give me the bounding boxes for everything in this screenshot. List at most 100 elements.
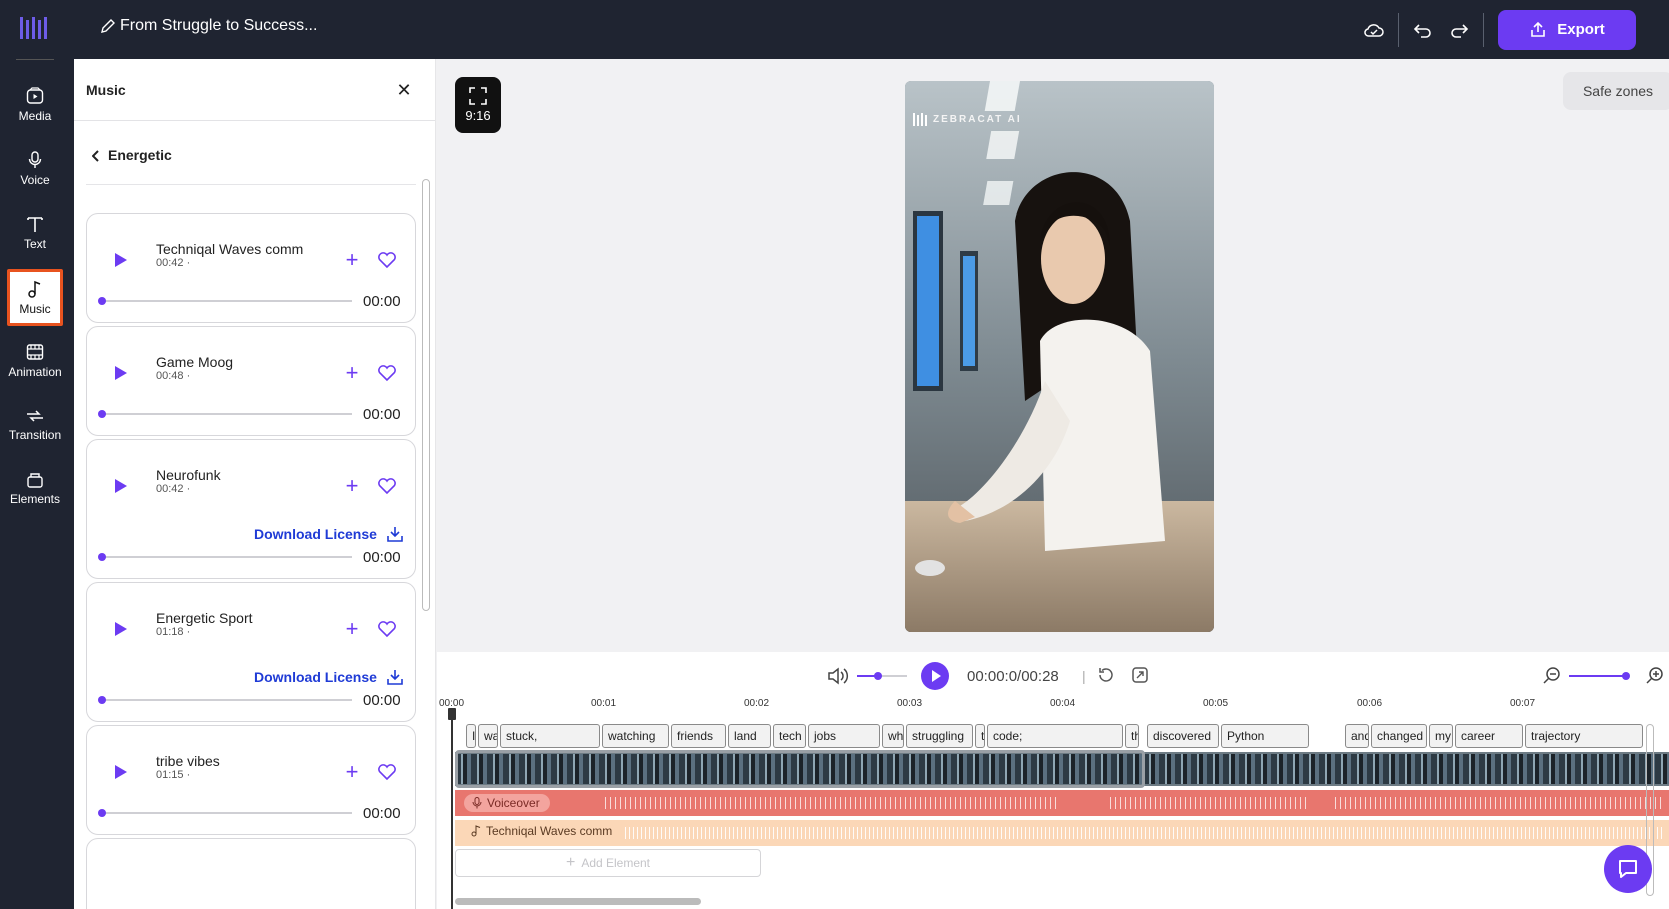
timeline-horizontal-scrollbar[interactable] [455,898,701,905]
music-track-card[interactable]: Energetic Sport 01:18 · + Download Licen… [86,582,416,722]
video-preview[interactable]: ZEBRACAT AI [905,81,1214,632]
plus-icon: + [565,854,576,871]
chat-support-button[interactable] [1604,845,1652,893]
track-duration: 00:48 · [156,370,191,382]
caption-word[interactable]: Python [1221,724,1309,748]
music-track-card[interactable]: tribe vibes 01:15 · + 00:00 [86,725,416,835]
caption-word[interactable]: code; [987,724,1123,748]
caption-word[interactable]: watching [602,724,669,748]
caption-word[interactable]: wa [478,724,498,748]
sidebar-item-text[interactable]: Text [7,205,63,261]
track-seek-bar[interactable] [98,297,352,305]
zoom-in-icon[interactable] [1646,666,1664,684]
caption-word[interactable]: career [1455,724,1523,748]
caption-word[interactable]: I [466,724,476,748]
heart-icon[interactable] [377,364,397,382]
zoom-knob[interactable] [1622,672,1630,680]
video-clip-selection[interactable] [455,750,1145,788]
caption-word[interactable]: land [728,724,771,748]
add-track-icon[interactable]: + [343,362,361,384]
volume-icon[interactable] [827,666,851,686]
track-duration: 00:42 · [156,483,191,495]
seek-knob[interactable] [98,410,106,418]
redo-icon[interactable] [1441,12,1477,48]
zoom-out-icon[interactable] [1543,666,1561,684]
heart-icon[interactable] [377,251,397,269]
play-icon[interactable] [921,662,949,690]
music-track-card[interactable] [86,838,416,909]
heart-icon[interactable] [377,763,397,781]
project-title-area[interactable]: From Struggle to Success... [100,17,317,35]
playhead[interactable] [448,708,456,909]
time-ruler[interactable]: 00:00 00:01 00:02 00:03 00:04 00:05 00:0… [437,696,1669,716]
sidebar-item-animation[interactable]: Animation [7,333,63,389]
panel-scrollbar[interactable] [422,179,430,611]
left-sidebar: Media Voice Text Music Animation Transit… [0,59,74,909]
sidebar-item-transition[interactable]: Transition [7,397,63,453]
seek-knob[interactable] [98,696,106,704]
volume-slider[interactable] [857,672,907,680]
caption-word[interactable]: jobs [808,724,880,748]
music-track-card[interactable]: Neurofunk 00:42 · + Download License 00:… [86,439,416,579]
add-track-icon[interactable]: + [343,761,361,783]
caption-word[interactable]: changed [1371,724,1427,748]
caption-word[interactable]: discovered [1147,724,1219,748]
play-icon[interactable] [113,621,129,637]
download-license-link[interactable]: Download License [254,669,403,685]
caption-word[interactable]: wh [882,724,904,748]
caption-word[interactable]: stuck, [500,724,600,748]
seek-knob[interactable] [98,297,106,305]
zoom-slider[interactable] [1569,672,1630,680]
sidebar-item-elements[interactable]: Elements [7,461,63,517]
music-track-card[interactable]: Game Moog 00:48 · + 00:00 [86,326,416,436]
restart-icon[interactable] [1097,666,1115,684]
caption-word[interactable]: t [975,724,985,748]
track-seek-bar[interactable] [98,809,352,817]
add-track-icon[interactable]: + [343,249,361,271]
caption-word[interactable]: my [1429,724,1453,748]
play-icon[interactable] [113,478,129,494]
track-seek-bar[interactable] [98,696,352,704]
playhead-handle[interactable] [448,708,456,720]
play-icon[interactable] [113,764,129,780]
export-button[interactable]: Export [1498,9,1636,50]
safe-zones-button[interactable]: Safe zones [1563,72,1669,110]
category-label: Energetic [108,147,172,163]
heart-icon[interactable] [377,620,397,638]
add-element-button[interactable]: + Add Element [455,849,761,877]
close-icon[interactable]: ✕ [393,79,415,101]
seek-knob[interactable] [98,809,106,817]
app-logo-icon[interactable] [18,14,50,44]
caption-word[interactable]: and [1345,724,1369,748]
seek-knob[interactable] [98,553,106,561]
cloud-save-icon[interactable] [1356,12,1392,48]
category-breadcrumb[interactable]: Energetic [86,147,416,185]
caption-word[interactable]: trajectory [1525,724,1643,748]
caption-word[interactable]: tech [773,724,806,748]
play-icon[interactable] [113,365,129,381]
caption-word[interactable]: th [1125,724,1139,748]
voiceover-track[interactable]: Voiceover [455,790,1669,816]
track-seek-bar[interactable] [98,410,352,418]
expand-icon[interactable] [1131,666,1149,684]
export-icon [1531,21,1546,37]
heart-icon[interactable] [377,477,397,495]
sidebar-item-music[interactable]: Music [7,269,63,326]
zebracat-logo-icon [913,113,927,126]
sidebar-item-voice[interactable]: Voice [7,141,63,197]
aspect-ratio-button[interactable]: 9:16 [455,77,501,133]
download-license-link[interactable]: Download License [254,526,403,542]
play-icon[interactable] [113,252,129,268]
music-track-card[interactable]: Techniqal Waves comm 00:42 · + 00:00 [86,213,416,323]
project-title[interactable]: From Struggle to Success... [120,17,317,35]
volume-knob[interactable] [874,672,882,680]
track-seek-bar[interactable] [98,553,352,561]
music-track[interactable]: Techniqal Waves comm [455,820,1669,846]
caption-word[interactable]: friends [671,724,726,748]
sidebar-item-media[interactable]: Media [7,77,63,133]
add-track-icon[interactable]: + [343,475,361,497]
add-track-icon[interactable]: + [343,618,361,640]
caption-word[interactable]: struggling [906,724,973,748]
microphone-icon [472,797,482,809]
undo-icon[interactable] [1405,12,1441,48]
